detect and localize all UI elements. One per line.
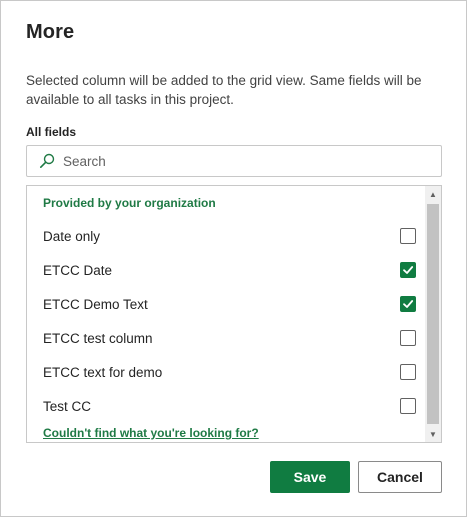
search-box[interactable] xyxy=(26,145,442,177)
save-button[interactable]: Save xyxy=(270,461,350,493)
field-label: ETCC text for demo xyxy=(43,364,163,380)
more-dialog: More Selected column will be added to th… xyxy=(0,0,467,517)
dialog-title: More xyxy=(26,21,75,43)
field-row-etcc-test-column[interactable]: ETCC test column xyxy=(27,321,425,355)
help-link[interactable]: Couldn't find what you're looking for? xyxy=(43,426,259,440)
field-label: ETCC Date xyxy=(43,262,113,278)
field-row-etcc-text-for-demo[interactable]: ETCC text for demo xyxy=(27,355,425,389)
search-input[interactable] xyxy=(63,147,441,175)
field-checkbox[interactable] xyxy=(400,330,416,346)
field-row-etcc-date[interactable]: ETCC Date xyxy=(27,253,425,287)
field-checkbox[interactable] xyxy=(400,364,416,380)
scroll-down-icon[interactable]: ▼ xyxy=(425,426,441,442)
field-row-test-cc[interactable]: Test CC xyxy=(27,389,425,423)
field-label: ETCC test column xyxy=(43,330,153,346)
scroll-up-icon[interactable]: ▲ xyxy=(425,186,441,202)
field-label: Date only xyxy=(43,228,101,244)
section-header: Provided by your organization xyxy=(43,196,216,210)
list-scrollbar[interactable]: ▲ ▼ xyxy=(425,186,441,442)
checkmark-icon xyxy=(403,300,414,308)
field-label: Test CC xyxy=(43,398,92,414)
all-fields-label: All fields xyxy=(26,125,77,139)
field-checkbox[interactable] xyxy=(400,398,416,414)
field-label: ETCC Demo Text xyxy=(43,296,148,312)
field-checkbox[interactable] xyxy=(400,228,416,244)
field-row-date-only[interactable]: Date only xyxy=(27,219,425,253)
dialog-description: Selected column will be added to the gri… xyxy=(26,73,422,107)
fields-list: Provided by your organization Date only … xyxy=(26,185,442,443)
search-icon xyxy=(39,152,57,170)
field-checkbox[interactable] xyxy=(400,262,416,278)
cancel-button[interactable]: Cancel xyxy=(358,461,442,493)
field-row-etcc-demo-text[interactable]: ETCC Demo Text xyxy=(27,287,425,321)
checkmark-icon xyxy=(403,266,414,274)
scroll-thumb[interactable] xyxy=(427,204,439,424)
field-checkbox[interactable] xyxy=(400,296,416,312)
